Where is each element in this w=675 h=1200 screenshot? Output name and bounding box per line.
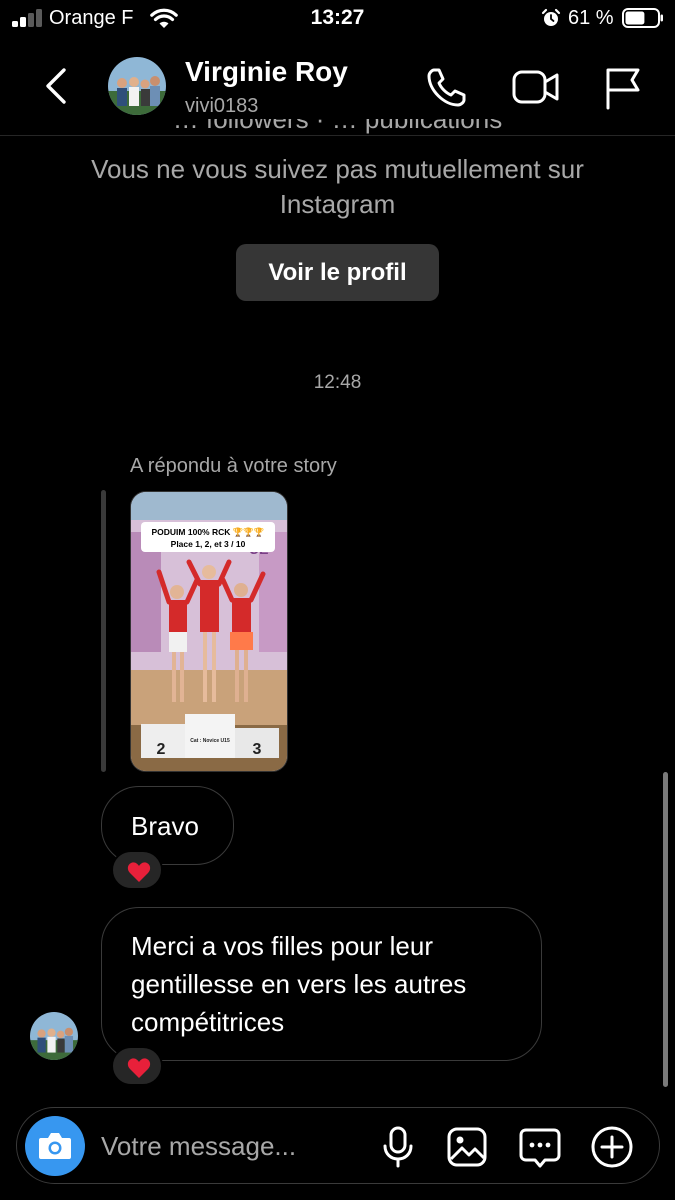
message-text: Bravo: [131, 811, 199, 841]
flag-icon[interactable]: [603, 66, 643, 110]
camera-icon: [39, 1133, 71, 1159]
story-banner-title: PODUIM 100% RCK 🏆🏆🏆: [152, 527, 265, 537]
view-profile-button[interactable]: Voir le profil: [236, 244, 439, 301]
message-composer: [16, 1107, 660, 1184]
story-reply-label: A répondu à votre story: [130, 455, 337, 477]
heart-icon: [127, 862, 151, 882]
message-text: Merci a vos filles pour leur gentillesse…: [131, 931, 467, 1037]
back-icon[interactable]: [40, 66, 74, 106]
plus-icon[interactable]: [590, 1125, 634, 1169]
phone-icon[interactable]: [424, 66, 468, 110]
podium-left-label: 2: [157, 741, 166, 758]
contact-name[interactable]: Virginie Roy: [185, 56, 348, 88]
mutual-follow-notice: Vous ne vous suivez pas mutuellement sur…: [91, 154, 584, 219]
podium-center-label: Cat : Novice U15: [190, 738, 230, 744]
sender-avatar[interactable]: [30, 1012, 78, 1060]
status-bar: Orange F 13:27 61 %: [0, 0, 675, 38]
video-camera-icon[interactable]: [512, 68, 560, 106]
podium-right-label: 3: [253, 741, 262, 758]
heart-icon: [127, 1058, 151, 1078]
message-timestamp: 12:48: [313, 372, 362, 393]
alarm-icon: [541, 8, 561, 26]
contact-username[interactable]: vivi0183: [185, 95, 258, 118]
reply-indicator-bar: [101, 490, 106, 772]
sticker-icon[interactable]: [518, 1126, 562, 1170]
gallery-icon[interactable]: [446, 1126, 488, 1168]
camera-button[interactable]: [25, 1116, 85, 1176]
message-input[interactable]: [101, 1126, 351, 1166]
battery-percentage: 61 %: [568, 7, 614, 29]
followers-count: … followers · … publications: [172, 119, 503, 134]
message-bubble[interactable]: Merci a vos filles pour leur gentillesse…: [101, 907, 542, 1061]
microphone-icon[interactable]: [381, 1126, 415, 1168]
reaction-badge[interactable]: [111, 1046, 163, 1086]
story-thumbnail[interactable]: UE PODUIM 100% RCK 🏆🏆🏆 Place 1, 2, et 3 …: [130, 491, 288, 772]
story-banner-subtitle: Place 1, 2, et 3 / 10: [171, 539, 246, 549]
battery-icon: [622, 8, 663, 28]
reaction-badge[interactable]: [111, 850, 163, 890]
avatar[interactable]: [108, 57, 166, 115]
scrollbar[interactable]: [663, 772, 668, 1087]
